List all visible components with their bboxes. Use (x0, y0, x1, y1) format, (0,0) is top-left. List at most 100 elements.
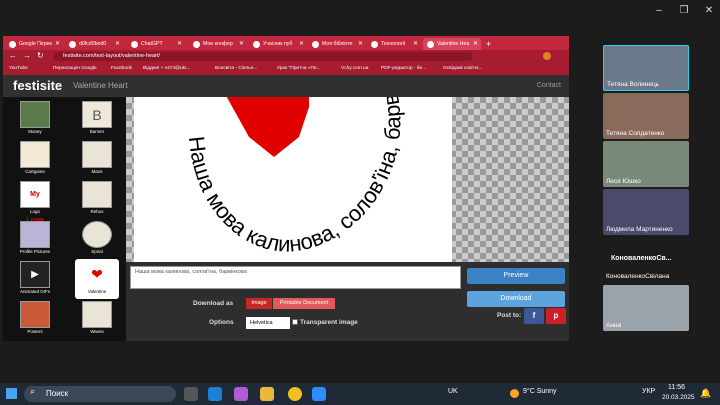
file-explorer-icon[interactable] (260, 387, 274, 401)
taskbar-search[interactable]: Поиск (24, 386, 176, 402)
bookmark[interactable]: Vchy.com.ua (341, 63, 368, 75)
spiral-thumb (82, 221, 112, 248)
browser-tab[interactable]: Учасник пуб ✕ (249, 38, 307, 50)
bookmark[interactable]: Всесвіта - Сіяльн... (215, 63, 257, 75)
font-select[interactable]: Helvetica (246, 317, 290, 329)
back-icon[interactable]: ← (9, 51, 17, 60)
browser-tab-active[interactable]: Valentine Hea ✕ (423, 38, 481, 50)
maximize-icon[interactable]: ❐ (677, 4, 691, 18)
post-to-label: Post to: (497, 312, 522, 319)
start-icon[interactable] (6, 388, 17, 399)
bookmarks-bar: YouTube Переклацач Google Facebook Відде… (3, 63, 569, 75)
participant-tile[interactable]: Людмила Мартиненко (603, 189, 689, 235)
rebus-thumb (82, 181, 112, 208)
search-icon: ⌕ (30, 386, 36, 396)
window-titlebar: – ❐ ✕ (0, 0, 720, 22)
play-icon: ▶ (20, 261, 50, 288)
transparent-label: Transparent image (300, 319, 358, 326)
profile-icon[interactable] (543, 52, 551, 60)
nav-item-banner[interactable]: B Banner (77, 101, 117, 141)
site-logo[interactable]: festisite (13, 78, 62, 93)
participant-tile[interactable]: Анна (603, 285, 689, 331)
reload-icon[interactable]: ↻ (37, 51, 44, 60)
download-as-label: Download as (193, 300, 234, 307)
tool-sidebar: Money BBanner Cartgame Maze My LogoLogo … (3, 97, 126, 341)
meeting-participants: Тетяна Волинець Тетяна Солдатенко Леся Ю… (603, 45, 691, 333)
profile-thumb (20, 221, 50, 248)
download-button[interactable]: Download (467, 291, 565, 307)
close-icon[interactable]: ✕ (702, 4, 716, 18)
site-header: festisite Valentine Heart Contact (3, 75, 569, 97)
valentine-preview: Наша мова калинова, солов'їна, барвінков… (134, 97, 452, 262)
nav-item-animated-gifs[interactable]: ▶ Animated GIFs (15, 261, 55, 301)
notification-icon[interactable]: 🔔 (700, 388, 711, 399)
nav-item-spiral[interactable]: Spiral (77, 221, 117, 261)
transparent-checkbox[interactable] (292, 319, 298, 325)
lang-badge: UK (448, 388, 458, 395)
nav-item-money[interactable]: Money (15, 101, 55, 141)
bookmark[interactable]: PDF-редактор - бе... (381, 63, 426, 75)
tab-bar: Google Перек ✕ d0fcd0bed0 ✕ ChatGPT ✕ Мои к… (3, 36, 569, 50)
waves-thumb (82, 301, 112, 328)
page-title: Valentine Heart (73, 81, 128, 90)
url-bar[interactable]: festisite.com/text-layout/valentine-hear… (53, 52, 473, 61)
curved-text-heart: Наша мова калинова, солов'їна, барвінков… (134, 97, 405, 257)
browser-tab[interactable]: d0fcd0bed0 ✕ (65, 38, 123, 50)
nav-item-logo[interactable]: My LogoLogo (15, 181, 55, 224)
bookmark[interactable]: Освідомі освітні... (443, 63, 483, 75)
participant-tile-no-video[interactable]: КоноваленкоСв... КоноваленкоСвiлана (603, 237, 689, 283)
heart-icon: ❤ (82, 261, 112, 288)
printable-document-button[interactable]: Printable Document (273, 298, 335, 309)
nav-item-profile-pictures[interactable]: Profile Pictures (15, 221, 55, 261)
nav-item-waves[interactable]: Waves (77, 301, 117, 341)
heart-shape (226, 97, 309, 157)
bookmark[interactable]: Віддені + v474@ukr... (143, 63, 190, 75)
bookmark[interactable]: Facebook (111, 63, 132, 75)
browser-tab[interactable]: Технологiї ✕ (367, 38, 421, 50)
forward-icon[interactable]: → (23, 51, 31, 60)
facebook-share-button[interactable]: f (524, 308, 544, 324)
edge-icon[interactable] (208, 387, 222, 401)
browser-tab[interactable]: Мои конфер ✕ (189, 38, 247, 50)
logo-thumb: My Logo (20, 181, 50, 224)
nav-item-cartgame[interactable]: Cartgame (15, 141, 55, 181)
address-row: ← → ↻ festisite.com/text-layout/valentin… (3, 50, 569, 63)
money-thumb (20, 101, 50, 128)
weather[interactable]: 9°C Sunny (523, 388, 557, 395)
clock-time[interactable]: 11:56 (668, 384, 685, 391)
language-indicator[interactable]: УКР (642, 388, 655, 395)
controls-panel: Наша мова калинова, солов'їна, барвінков… (126, 262, 569, 341)
participant-tile[interactable]: Тетяна Волинець (603, 45, 689, 91)
zoom-icon[interactable] (312, 387, 326, 401)
weather-icon (510, 389, 519, 398)
nav-item-valentine[interactable]: ❤ Valentine (75, 259, 119, 299)
poster-thumb (20, 301, 50, 328)
preview-button[interactable]: Preview (467, 268, 565, 284)
nav-item-maze[interactable]: Maze (77, 141, 117, 181)
bookmark[interactable]: Переклацач Google (53, 63, 97, 75)
banner-thumb: B (82, 101, 112, 128)
new-tab-icon[interactable]: + (483, 38, 495, 50)
maze-thumb (82, 141, 112, 168)
bookmark[interactable]: Урок "Притча «По... (277, 63, 321, 75)
browser-window: Google Перек ✕ d0fcd0bed0 ✕ ChatGPT ✕ Мои к… (3, 36, 569, 341)
text-input[interactable]: Наша мова калинова, солов'їна, барвінков… (130, 266, 461, 289)
browser-tab[interactable]: Google Перек ✕ (5, 38, 63, 50)
browser-tab[interactable]: Моя бiблiоте ✕ (308, 38, 366, 50)
chrome-icon[interactable] (288, 387, 302, 401)
bookmark[interactable]: YouTube (9, 63, 28, 75)
playing-card-thumb (20, 141, 50, 168)
image-format-button[interactable]: Image (246, 298, 272, 309)
participant-tile[interactable]: Леся Юшко (603, 141, 689, 187)
copilot-icon[interactable] (234, 387, 248, 401)
pinterest-share-button[interactable]: p (546, 308, 566, 324)
minimize-icon[interactable]: – (652, 4, 666, 18)
browser-tab[interactable]: ChatGPT ✕ (127, 38, 185, 50)
contact-link[interactable]: Contact (537, 82, 561, 89)
task-view-icon[interactable] (184, 387, 198, 401)
participant-tile[interactable]: Тетяна Солдатенко (603, 93, 689, 139)
clock-date[interactable]: 20.03.2025 (662, 394, 695, 401)
nav-item-rebus[interactable]: Rebus (77, 181, 117, 221)
options-label: Options (209, 319, 234, 326)
nav-item-posters[interactable]: Posters (15, 301, 55, 341)
